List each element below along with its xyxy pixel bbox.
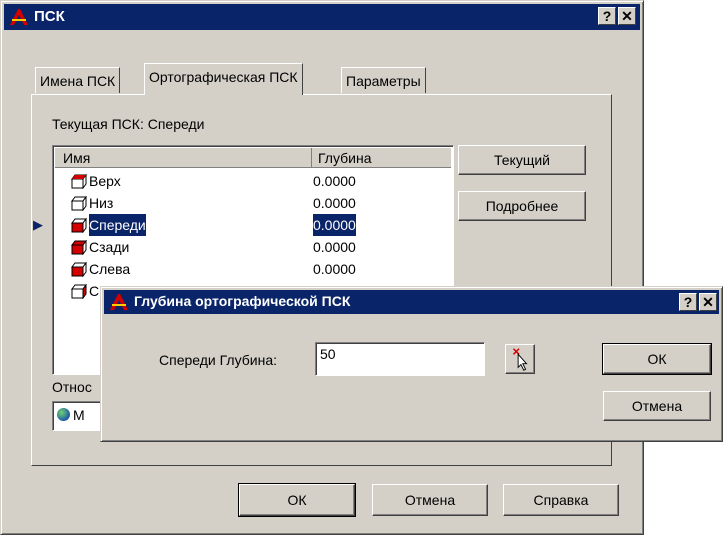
set-current-button[interactable]: Текущий [458, 145, 586, 175]
tab-ucs-names[interactable]: Имена ПСК [35, 67, 121, 93]
cancel-button[interactable]: Отмена [372, 484, 488, 516]
details-button[interactable]: Подробнее [458, 191, 586, 221]
ucs-title: ПСК [34, 8, 65, 25]
autocad-app-icon [10, 9, 28, 25]
cube-left-icon [71, 262, 87, 277]
row-name: Низ [89, 195, 114, 211]
depth-ok-button[interactable]: ОК [602, 343, 712, 375]
close-button[interactable]: ✕ [618, 7, 636, 25]
row-depth: 0.0000 [313, 214, 356, 236]
depth-dialog: Глубина ортографической ПСК ? ✕ Спереди … [100, 286, 723, 442]
depth-field-label: Спереди Глубина: [159, 352, 277, 368]
list-item-front[interactable]: ▶ Спереди 0.0000 [33, 214, 453, 236]
row-name: Верх [89, 173, 121, 189]
tab-parameters[interactable]: Параметры [341, 67, 426, 93]
relative-to-label: Относ [52, 379, 92, 395]
list-item-bottom[interactable]: Низ 0.0000 [55, 192, 453, 214]
cube-top-icon [71, 174, 87, 189]
cube-right-icon [71, 284, 87, 299]
ucs-dialog: ПСК ? ✕ Имена ПСК Ортографическая ПСК Па… [0, 0, 644, 535]
autocad-app-icon [110, 294, 128, 310]
tab-orthographic-ucs[interactable]: Ортографическая ПСК [144, 63, 303, 95]
row-depth: 0.0000 [313, 261, 356, 277]
cursor-pick-icon [512, 348, 528, 371]
row-depth: 0.0000 [313, 195, 356, 211]
cube-front-icon [71, 218, 87, 233]
globe-icon [57, 408, 70, 421]
list-item-top[interactable]: Верх 0.0000 [55, 170, 453, 192]
ucs-titlebar[interactable]: ПСК ? ✕ [4, 4, 640, 30]
row-name: Спереди [89, 214, 146, 236]
column-header-name[interactable]: Имя [55, 148, 312, 168]
column-header-depth[interactable]: Глубина [312, 148, 451, 168]
cube-bottom-icon [71, 196, 87, 211]
row-name: Слева [89, 261, 131, 277]
relative-to-value: М [73, 407, 85, 423]
depth-titlebar[interactable]: Глубина ортографической ПСК ? ✕ [104, 290, 719, 314]
depth-input[interactable]: 50 [315, 342, 485, 376]
help-title-button[interactable]: ? [598, 7, 616, 25]
depth-title: Глубина ортографической ПСК [134, 293, 351, 309]
close-button[interactable]: ✕ [699, 293, 717, 311]
row-depth: 0.0000 [313, 239, 356, 255]
help-title-button[interactable]: ? [679, 293, 697, 311]
cube-back-icon [71, 240, 87, 255]
pick-point-button[interactable] [505, 344, 535, 374]
list-item-left[interactable]: Слева 0.0000 [55, 258, 453, 280]
depth-input-value: 50 [320, 346, 336, 362]
list-item-back[interactable]: Сзади 0.0000 [55, 236, 453, 258]
ok-button[interactable]: ОК [238, 483, 356, 517]
row-name: С [89, 283, 100, 299]
selected-arrow-icon: ▶ [33, 217, 43, 232]
current-ucs-label: Текущая ПСК: Спереди [52, 116, 205, 132]
depth-cancel-button[interactable]: Отмена [603, 391, 711, 421]
help-button[interactable]: Справка [503, 484, 619, 516]
row-name: Сзади [89, 239, 130, 255]
row-depth: 0.0000 [313, 173, 356, 189]
